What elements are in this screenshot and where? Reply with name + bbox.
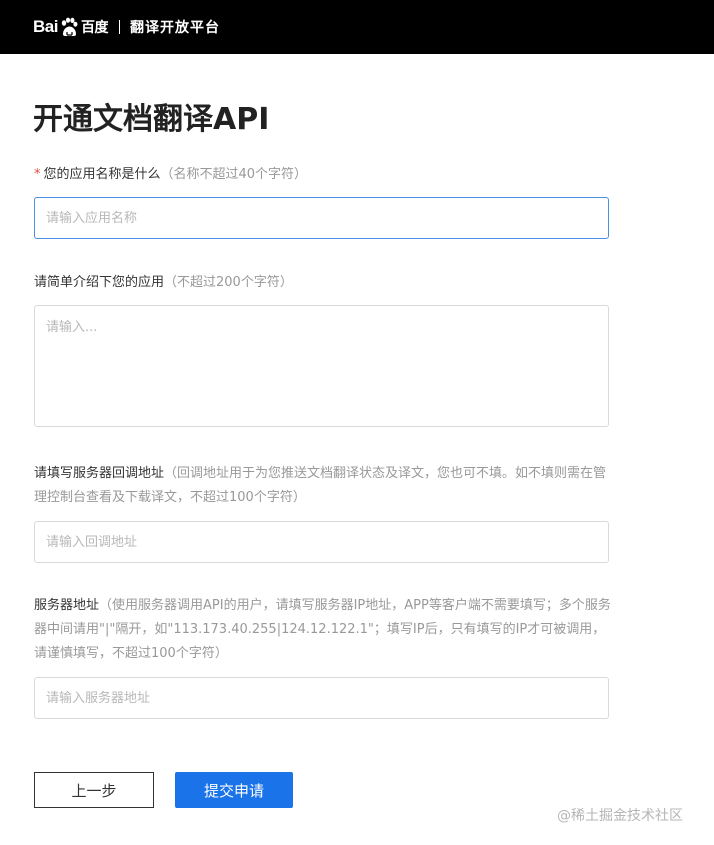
app-intro-hint: （不超过200个字符） (164, 275, 293, 290)
page-title: 开通文档翻译API (33, 102, 270, 137)
brand[interactable]: Bai 百度 翻译开放平台 (33, 15, 220, 39)
callback-label-text: 请填写服务器回调地址 (34, 466, 165, 481)
server-address-hint: （使用服务器调用API的用户，请填写服务器IP地址，APP等客户端不需要填写；多… (34, 598, 611, 661)
watermark: @稀土掘金技术社区 (557, 808, 683, 824)
submit-application-button[interactable]: 提交申请 (175, 772, 293, 808)
callback-url-input[interactable] (34, 521, 609, 563)
brand-divider (118, 20, 120, 34)
app-name-hint: （名称不超过40个字符） (160, 167, 308, 182)
server-address-label: 服务器地址（使用服务器调用API的用户，请填写服务器IP地址，APP等客户端不需… (34, 594, 614, 666)
server-address-label-text: 服务器地址 (34, 598, 100, 613)
server-address-input[interactable] (34, 677, 609, 719)
app-intro-label: 请简单介绍下您的应用（不超过200个字符） (34, 271, 614, 295)
app-name-label-text: 您的应用名称是什么 (43, 167, 161, 182)
app-name-input[interactable] (34, 197, 609, 239)
app-intro-textarea[interactable] (34, 305, 609, 427)
callback-label: 请填写服务器回调地址（回调地址用于为您推送文档翻译状态及译文，您也可不填。如不填… (34, 462, 614, 510)
top-header-bar: Bai 百度 翻译开放平台 (0, 0, 714, 54)
baidu-paw-icon (59, 17, 79, 37)
logo-text-cn: 百度 (80, 19, 109, 35)
app-intro-label-text: 请简单介绍下您的应用 (34, 275, 165, 290)
product-name: 翻译开放平台 (129, 20, 220, 36)
previous-step-button[interactable]: 上一步 (34, 772, 154, 808)
baidu-logo: Bai 百度 (33, 17, 108, 37)
required-mark: * (34, 167, 41, 182)
logo-text-bai: Bai (33, 17, 58, 36)
app-name-label: * 您的应用名称是什么（名称不超过40个字符） (34, 163, 614, 187)
